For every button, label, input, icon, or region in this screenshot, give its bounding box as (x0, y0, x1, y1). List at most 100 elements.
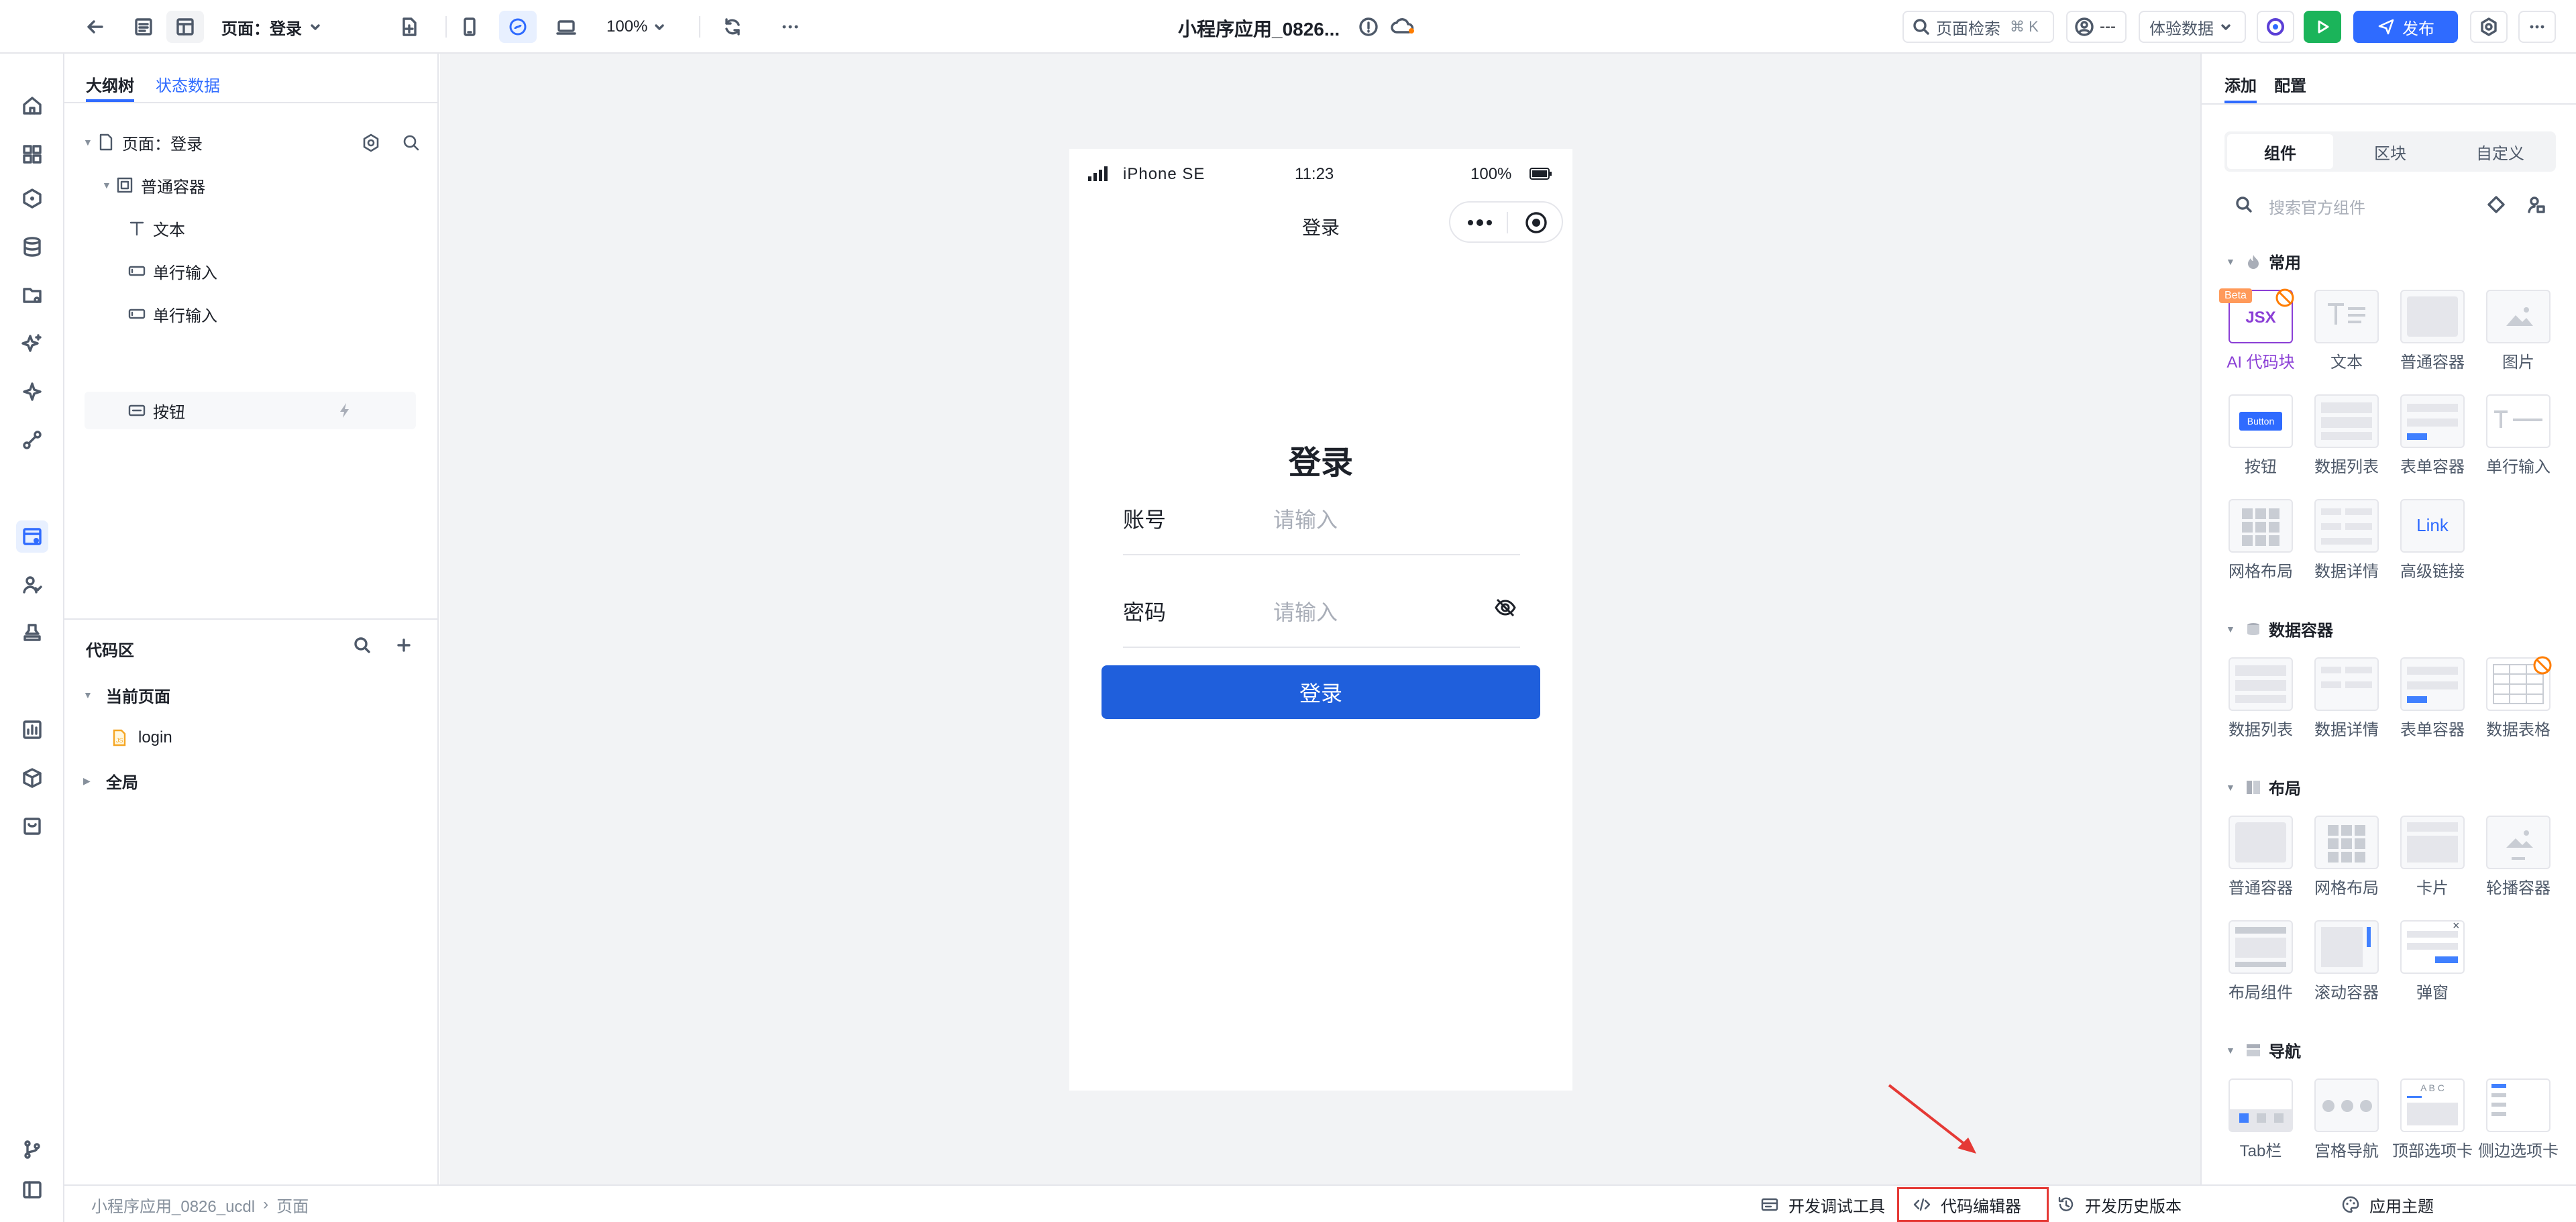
component-search-input[interactable]: 搜索官方组件 (2269, 195, 2470, 218)
close-circle-icon[interactable] (1524, 211, 1548, 235)
component-grid-nav[interactable]: 宫格导航 (2306, 1078, 2387, 1161)
model-icon[interactable] (16, 182, 48, 215)
tab-config[interactable]: 配置 (2274, 72, 2306, 96)
container-icon (117, 177, 133, 193)
page-editor-icon[interactable] (16, 520, 48, 553)
database-icon[interactable] (16, 231, 48, 263)
back-button[interactable] (76, 11, 114, 43)
more-icon[interactable] (1466, 216, 1493, 229)
capsule-menu[interactable] (1449, 201, 1563, 243)
page-settings-icon[interactable] (361, 133, 381, 153)
section-data-container[interactable]: ▼ 数据容器 (2226, 617, 2333, 641)
run-button[interactable] (2304, 11, 2341, 43)
tree-node-page[interactable]: ▼ 页面：登录 (83, 123, 432, 161)
zoom-selector[interactable]: 100% (606, 11, 684, 43)
more-menu-button[interactable] (2518, 11, 2556, 43)
analytics-icon[interactable] (16, 714, 48, 746)
user-component-icon[interactable] (2526, 195, 2546, 215)
apps-icon[interactable] (16, 138, 48, 170)
ai-sparkle-icon[interactable] (16, 327, 48, 359)
code-folder-current-page[interactable]: ▼ 当前页面 (83, 676, 170, 714)
breadcrumb-app[interactable]: 小程序应用_0826_ucdl (91, 1193, 255, 1217)
add-page-button[interactable] (390, 11, 428, 43)
segment-blocks[interactable]: 区块 (2337, 134, 2443, 169)
segment-components[interactable]: 组件 (2227, 134, 2333, 169)
component-data-detail[interactable]: 数据详情 (2306, 657, 2387, 740)
password-input[interactable]: 请输入 (1273, 596, 1474, 626)
component-form-container[interactable]: 表单容器 (2392, 394, 2473, 477)
component-card[interactable]: 卡片 (2392, 816, 2473, 898)
page-selector[interactable]: 页面：登录 (221, 11, 335, 43)
publish-button[interactable]: 发布 (2353, 11, 2458, 43)
eye-off-icon[interactable] (1493, 596, 1517, 620)
code-folder-global[interactable]: ▶ 全局 (83, 762, 138, 799)
component-form-container[interactable]: 表单容器 (2392, 657, 2473, 740)
search-icon[interactable] (352, 634, 373, 656)
component-single-input[interactable]: 单行输入 (2478, 394, 2559, 477)
component-ai-code-block[interactable]: Beta JSX AI 代码块 (2219, 288, 2301, 372)
component-container[interactable]: 普通容器 (2220, 816, 2301, 898)
git-branch-icon[interactable] (16, 1133, 48, 1166)
component-advanced-link[interactable]: Link 高级链接 (2392, 499, 2473, 581)
code-file-login[interactable]: JS login (110, 719, 172, 757)
refresh-button[interactable] (714, 11, 751, 43)
component-data-list[interactable]: 数据列表 (2220, 657, 2301, 740)
section-navigation[interactable]: ▼ 导航 (2226, 1038, 2301, 1062)
folder-settings-icon[interactable] (16, 279, 48, 311)
section-common[interactable]: ▼ 常用 (2226, 249, 2301, 273)
component-dialog[interactable]: × 弹窗 (2392, 919, 2473, 1003)
home-icon[interactable] (16, 90, 48, 122)
component-layout-block[interactable]: 布局组件 (2220, 920, 2301, 1003)
component-data-detail[interactable]: 数据详情 (2306, 499, 2387, 581)
magic-icon[interactable] (16, 376, 48, 408)
layout-view-button[interactable] (166, 11, 204, 43)
component-text[interactable]: 文本 (2306, 290, 2387, 372)
collapse-panel-icon[interactable] (16, 1174, 48, 1206)
breadcrumb-page[interactable]: 页面 (276, 1193, 309, 1217)
stamp-icon[interactable] (16, 617, 48, 649)
component-tab-bar[interactable]: Tab栏 (2220, 1078, 2301, 1161)
debug-tools-button[interactable]: 开发调试工具 (1760, 1191, 1885, 1218)
page-search-button[interactable]: 页面检索 ⌘ K (1902, 11, 2054, 43)
event-bolt-icon[interactable] (335, 401, 354, 420)
component-data-table[interactable]: 数据表格 (2478, 656, 2559, 740)
app-info-icon[interactable] (1358, 16, 1379, 38)
package-icon[interactable] (16, 762, 48, 794)
history-versions-button[interactable]: 开发历史版本 (2057, 1191, 2182, 1218)
add-icon[interactable] (393, 634, 415, 656)
mobile-preview-button[interactable] (451, 11, 488, 43)
page-list-button[interactable] (125, 11, 162, 43)
app-theme-button[interactable]: 应用主题 (2341, 1191, 2434, 1218)
more-icon[interactable] (771, 11, 809, 43)
component-top-tabs[interactable]: A B C 顶部选项卡 (2392, 1078, 2473, 1161)
segment-custom[interactable]: 自定义 (2447, 134, 2553, 169)
account-input[interactable]: 请输入 (1273, 503, 1528, 534)
component-grid-layout[interactable]: 网格布局 (2220, 499, 2301, 581)
ai-assistant-button[interactable] (2257, 11, 2294, 43)
experience-data-dropdown[interactable]: 体验数据 (2139, 11, 2246, 43)
component-carousel[interactable]: 轮播容器 (2478, 816, 2559, 898)
component-button[interactable]: Button 按钮 (2220, 394, 2301, 477)
locate-icon[interactable] (2486, 195, 2506, 215)
component-side-tabs[interactable]: 侧边选项卡 (2478, 1078, 2559, 1161)
users-icon[interactable] (16, 569, 48, 601)
settings-button[interactable] (2470, 11, 2508, 43)
integration-icon[interactable] (16, 424, 48, 456)
tree-node-button[interactable]: 按钮 (85, 392, 416, 429)
component-image[interactable]: 图片 (2478, 290, 2559, 372)
search-icon[interactable] (401, 133, 421, 153)
component-grid-layout[interactable]: 网格布局 (2306, 816, 2387, 898)
section-layout[interactable]: ▼ 布局 (2226, 775, 2301, 799)
component-scroll-container[interactable]: 滚动容器 (2306, 920, 2387, 1003)
component-data-list[interactable]: 数据列表 (2306, 394, 2387, 477)
tab-outline-tree[interactable]: 大纲树 (86, 72, 134, 96)
user-menu[interactable]: --- (2066, 11, 2127, 43)
tab-state-data[interactable]: 状态数据 (156, 72, 220, 96)
miniprogram-preview-button[interactable] (499, 11, 537, 43)
desktop-preview-button[interactable] (547, 11, 585, 43)
tab-add[interactable]: 添加 (2224, 72, 2257, 96)
code-editor-button[interactable]: 代码编辑器 (1897, 1187, 2049, 1222)
login-button[interactable]: 登录 (1102, 665, 1540, 719)
component-container[interactable]: 普通容器 (2392, 290, 2473, 372)
store-icon[interactable] (16, 810, 48, 842)
